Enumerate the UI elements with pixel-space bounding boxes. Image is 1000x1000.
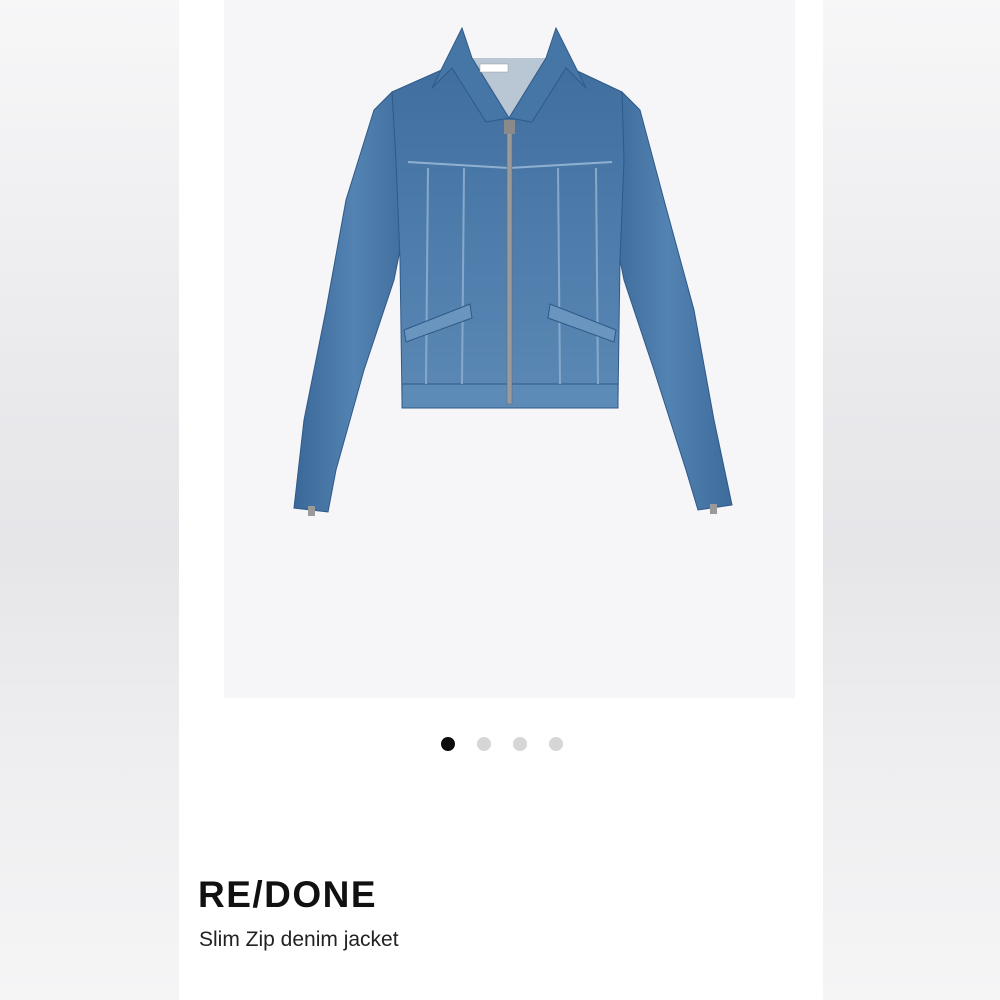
- denim-jacket-image: [293, 26, 733, 516]
- carousel-dot-1[interactable]: [441, 737, 455, 751]
- product-name: Slim Zip denim jacket: [199, 928, 399, 951]
- product-image[interactable]: [224, 0, 795, 698]
- blurred-background-left: [0, 0, 179, 1000]
- carousel-dot-4[interactable]: [549, 737, 563, 751]
- blurred-background-right: [823, 0, 1000, 1000]
- brand-name[interactable]: RE/DONE: [198, 874, 377, 916]
- product-card: RE/DONE Slim Zip denim jacket: [179, 0, 823, 1000]
- carousel-dot-3[interactable]: [513, 737, 527, 751]
- carousel-dots: [179, 737, 823, 753]
- carousel-dot-2[interactable]: [477, 737, 491, 751]
